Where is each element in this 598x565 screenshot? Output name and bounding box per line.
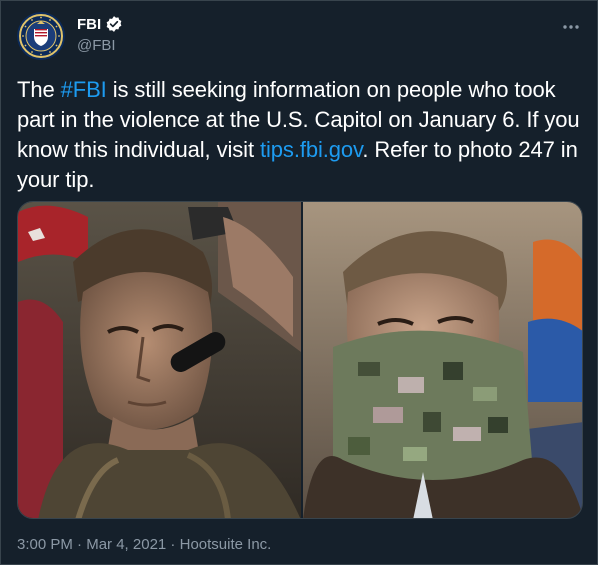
meta-separator: · <box>72 536 87 553</box>
tweet-date[interactable]: Mar 4, 2021 <box>86 536 166 553</box>
author-handle: @FBI <box>77 37 116 54</box>
fbi-seal-icon <box>17 12 65 60</box>
tweet-card: FBI @FBI The #FBI is still seeking infor… <box>0 0 598 565</box>
author-name-row: FBI <box>77 15 123 33</box>
author-block[interactable]: FBI @FBI <box>77 15 123 54</box>
verified-badge-icon <box>105 15 123 33</box>
hashtag-link[interactable]: #FBI <box>61 77 107 102</box>
avatar[interactable] <box>17 12 65 60</box>
tweet-time[interactable]: 3:00 PM <box>17 536 73 553</box>
media-grid <box>17 201 583 519</box>
tweet-text-start: The <box>17 77 61 102</box>
photo-right[interactable] <box>303 202 582 518</box>
more-options-button[interactable] <box>559 15 583 39</box>
meta-separator: · <box>166 536 180 553</box>
tweet-source: Hootsuite Inc. <box>179 536 272 553</box>
photo-left[interactable] <box>18 202 303 518</box>
author-name[interactable]: FBI <box>77 16 101 33</box>
more-options-icon <box>563 25 579 29</box>
tweet-meta: 3:00 PM · Mar 4, 2021 · Hootsuite Inc. <box>17 536 271 553</box>
tweet-text: The #FBI is still seeking information on… <box>17 75 589 195</box>
tips-link[interactable]: tips.fbi.gov <box>260 137 362 162</box>
